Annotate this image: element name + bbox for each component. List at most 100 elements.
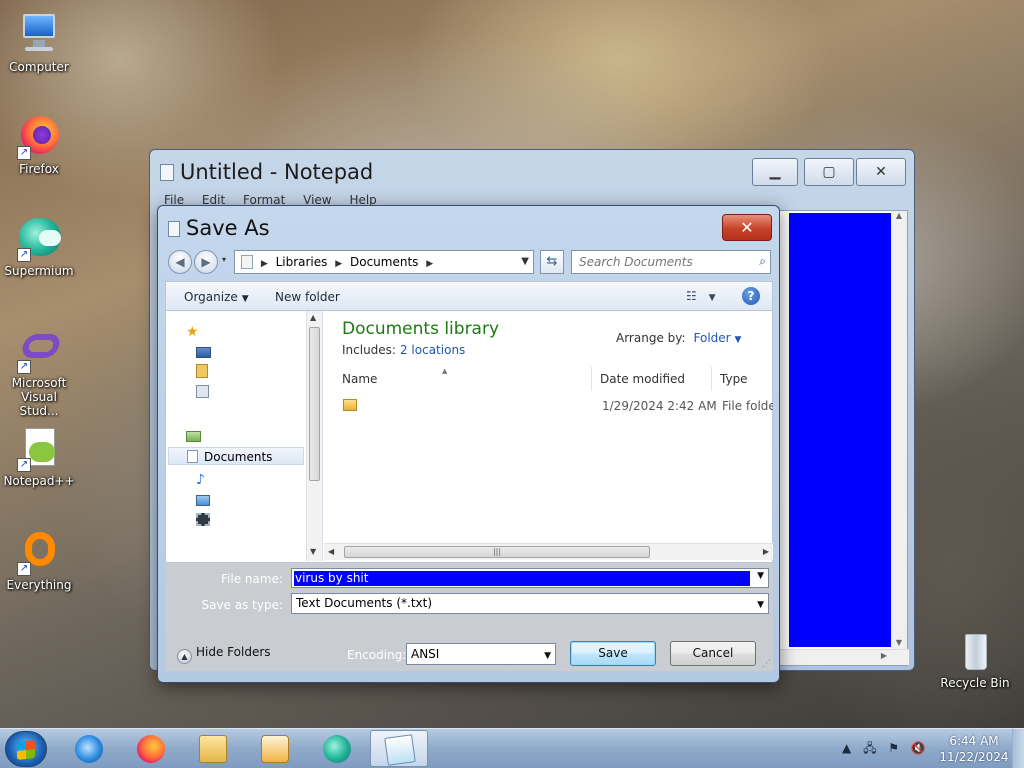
hide-folders-button[interactable]: ▲ Hide Folders — [177, 645, 271, 664]
minimize-icon: ▁ — [769, 164, 781, 180]
desktop: Computer ↗ Firefox ↗ Supermium ↗ Microso… — [0, 0, 1024, 728]
help-button[interactable]: ? — [742, 287, 760, 305]
encoding-dropdown[interactable]: ANSI ▼ — [406, 643, 556, 665]
desktop-icon-computer[interactable]: Computer — [1, 10, 77, 74]
desktop-icon-firefox[interactable]: ↗ Firefox — [1, 112, 77, 176]
taskbar: ▲ 🖧 ⚑ 🔇 6:44 AM 11/22/2024 — [0, 728, 1024, 768]
library-includes: Includes: 2 locations — [342, 343, 466, 357]
file-name-combobox[interactable]: ▼ — [291, 568, 769, 588]
column-header-name[interactable]: Name ▲ — [324, 367, 592, 391]
scroll-left-icon: ◀ — [328, 547, 335, 556]
minimize-button[interactable]: ▁ — [752, 158, 798, 186]
network-icon[interactable]: 🖧 — [863, 741, 876, 755]
nav-favorites[interactable]: ★ — [186, 321, 302, 340]
desktop-icon-supermium[interactable]: ↗ Supermium — [1, 214, 77, 278]
close-icon: ✕ — [740, 218, 754, 237]
save-button[interactable]: Save — [570, 641, 656, 666]
maximize-button[interactable]: ▢ — [804, 158, 854, 186]
nav-libraries[interactable] — [186, 427, 302, 445]
taskbar-firefox[interactable] — [122, 730, 180, 767]
file-list-horizontal-scrollbar[interactable]: ◀ ||| ▶ — [324, 543, 773, 560]
show-desktop-button[interactable] — [1012, 729, 1024, 768]
nav-pictures[interactable] — [186, 491, 302, 509]
organize-button[interactable]: Organize ▼ — [184, 290, 249, 304]
scroll-down-icon: ▼ — [895, 638, 903, 647]
chevron-down-icon: ▼ — [241, 294, 249, 304]
scroll-right-icon: ▶ — [880, 651, 887, 660]
show-hidden-icons-button[interactable]: ▲ — [842, 741, 851, 755]
notepad-vertical-scrollbar[interactable]: ▲ ▼ — [891, 211, 907, 649]
view-list-icon: ☷ — [686, 289, 697, 303]
search-input[interactable] — [572, 251, 742, 273]
scroll-up-icon: ▲ — [895, 211, 903, 220]
desktop-icon-visual-studio[interactable]: ↗ Microsoft Visual Stud... — [1, 326, 77, 418]
start-button[interactable] — [5, 731, 47, 767]
folder-icon — [343, 399, 357, 411]
taskbar-file-explorer[interactable] — [184, 730, 242, 767]
arrange-by-dropdown[interactable]: Folder ▼ — [694, 331, 742, 345]
desktop-icon-recycle-bin[interactable]: Recycle Bin — [937, 632, 1013, 690]
table-row[interactable]: 1/29/2024 2:42 AM File folder — [324, 399, 773, 419]
internet-explorer-icon — [75, 735, 103, 763]
taskbar-internet-explorer[interactable] — [60, 730, 118, 767]
nav-documents[interactable]: Documents — [168, 447, 304, 465]
resize-grip-icon[interactable]: ⋰ — [762, 659, 771, 669]
chevron-down-icon[interactable]: ▼ — [521, 251, 529, 273]
close-button[interactable]: ✕ — [856, 158, 906, 186]
scrollbar-thumb[interactable] — [309, 327, 320, 481]
save-as-type-label: Save as type: — [201, 598, 283, 612]
taskbar-supermium[interactable] — [308, 730, 366, 767]
nav-downloads[interactable] — [186, 363, 302, 381]
forward-button[interactable]: ▶ — [194, 250, 218, 274]
document-icon — [168, 221, 180, 237]
nav-desktop[interactable] — [186, 343, 302, 361]
recent-places-icon — [196, 385, 209, 398]
shortcut-arrow-icon: ↗ — [17, 248, 31, 262]
encoding-label: Encoding: — [347, 648, 407, 662]
selected-text-block — [789, 213, 897, 647]
nav-videos[interactable] — [186, 511, 302, 529]
save-as-dialog[interactable]: Save As ✕ ◀ ▶ ▾ ▶ Libraries ▶ Documents … — [157, 205, 780, 683]
change-view-button[interactable]: ☷ ▼ — [686, 289, 716, 303]
scroll-up-icon: ▲ — [310, 313, 317, 322]
breadcrumb-libraries[interactable]: Libraries — [276, 255, 328, 269]
file-name-input[interactable] — [295, 570, 745, 586]
notepad-title: Untitled - Notepad — [160, 160, 373, 184]
column-header-date[interactable]: Date modified — [592, 367, 712, 391]
desktop-icon-notepadpp[interactable]: ↗ Notepad++ — [1, 424, 77, 488]
cancel-button[interactable]: Cancel — [670, 641, 756, 666]
new-folder-button[interactable]: New folder — [275, 290, 340, 304]
action-center-flag-icon[interactable]: ⚑ — [888, 741, 899, 755]
taskbar-media-player[interactable] — [246, 730, 304, 767]
save-as-type-dropdown[interactable]: Text Documents (*.txt) ▼ — [291, 593, 769, 614]
nav-music[interactable]: ♪ — [186, 469, 302, 488]
breadcrumb-documents[interactable]: Documents — [350, 255, 418, 269]
nav-pane-scrollbar[interactable]: ▲ ▼ — [306, 311, 322, 561]
scrollbar-thumb[interactable]: ||| — [344, 546, 650, 558]
volume-muted-icon[interactable]: 🔇 — [911, 741, 926, 755]
back-button[interactable]: ◀ — [168, 250, 192, 274]
shortcut-arrow-icon: ↗ — [17, 562, 31, 576]
row-type: File folder — [722, 399, 773, 413]
taskbar-notepad[interactable] — [370, 730, 428, 767]
nav-recent-places[interactable] — [186, 383, 302, 401]
dialog-close-button[interactable]: ✕ — [722, 214, 772, 241]
back-arrow-icon: ◀ — [175, 255, 185, 269]
chevron-down-icon[interactable]: ▼ — [757, 571, 764, 581]
file-list-pane: Documents library Includes: 2 locations A… — [324, 311, 773, 561]
command-bar: Organize ▼ New folder ☷ ▼ ? — [165, 281, 773, 311]
clock-time: 6:44 AM — [949, 734, 999, 748]
desktop-icon-everything[interactable]: ↗ Everything — [1, 528, 77, 592]
locations-link[interactable]: 2 locations — [400, 343, 465, 357]
libraries-icon — [186, 431, 201, 442]
search-box[interactable]: ⌕ — [571, 250, 771, 274]
address-bar[interactable]: ▶ Libraries ▶ Documents ▶ ▼ — [234, 250, 534, 274]
media-player-icon — [261, 735, 289, 763]
firefox-icon: ↗ — [15, 112, 63, 160]
recent-locations-dropdown[interactable]: ▾ — [222, 255, 226, 264]
refresh-button[interactable]: ⇆ — [540, 250, 564, 274]
column-header-type[interactable]: Type — [712, 367, 773, 391]
scroll-down-icon: ▼ — [310, 547, 317, 556]
clock[interactable]: 6:44 AM 11/22/2024 — [936, 733, 1012, 765]
forward-arrow-icon: ▶ — [201, 255, 211, 269]
